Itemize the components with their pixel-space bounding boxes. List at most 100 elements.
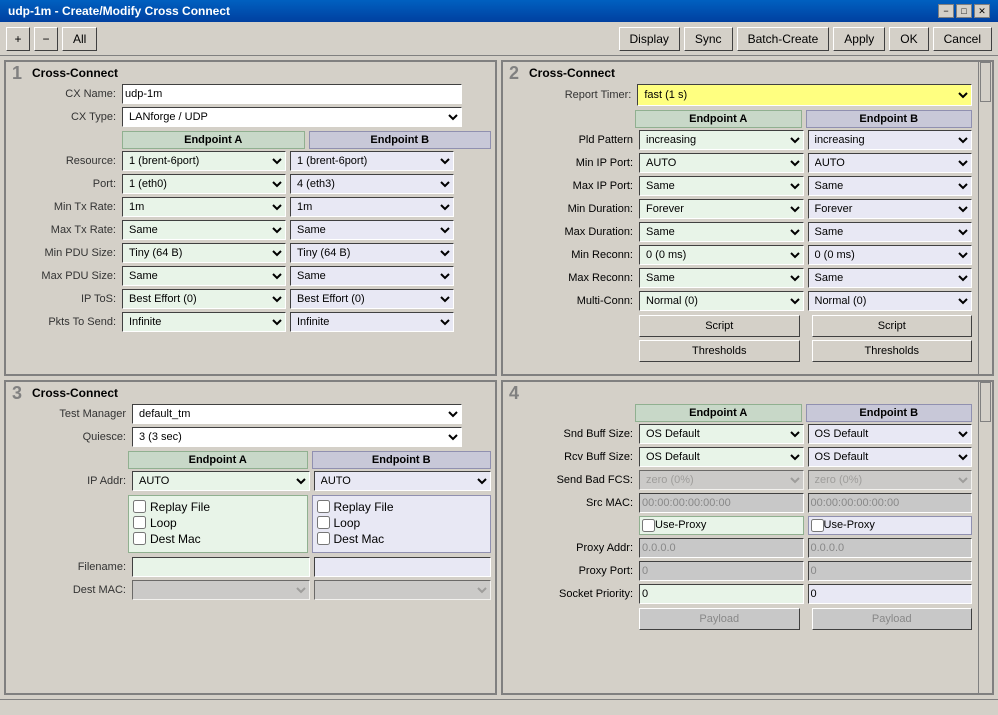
script-b-button[interactable]: Script <box>812 315 973 337</box>
port-b-select[interactable]: 4 (eth3) <box>290 174 454 194</box>
p4-scrollbar[interactable] <box>978 382 992 694</box>
panel1-title: Cross-Connect <box>32 66 491 80</box>
replay-b-checkbox[interactable] <box>317 500 330 513</box>
pkts-a-select[interactable]: Infinite <box>122 312 286 332</box>
max-reconn-b-select[interactable]: Same <box>808 268 973 288</box>
cx-name-input[interactable] <box>122 84 462 104</box>
max-dur-b-select[interactable]: Same <box>808 222 973 242</box>
proxy-addr-label: Proxy Addr: <box>529 542 639 554</box>
batch-create-button[interactable]: Batch-Create <box>737 27 830 51</box>
ip-tos-a-select[interactable]: Best Effort (0) <box>122 289 286 309</box>
min-reconn-a-select[interactable]: 0 (0 ms) <box>639 245 804 265</box>
max-tx-a-select[interactable]: Same <box>122 220 286 240</box>
ip-tos-b-select[interactable]: Best Effort (0) <box>290 289 454 309</box>
rcv-buff-b-select[interactable]: OS Default <box>808 447 973 467</box>
max-reconn-a-select[interactable]: Same <box>639 268 804 288</box>
proxy-addr-a-input <box>639 538 804 558</box>
test-mgr-select[interactable]: default_tm <box>132 404 462 424</box>
ip-tos-label: IP ToS: <box>32 293 122 305</box>
replay-b-label: Replay File <box>334 500 394 514</box>
min-tx-a-select[interactable]: 1m <box>122 197 286 217</box>
max-pdu-b-select[interactable]: Same <box>290 266 454 286</box>
src-mac-row: Src MAC: <box>529 493 972 513</box>
dest-mac-b-row: Dest Mac <box>317 532 487 546</box>
display-button[interactable]: Display <box>619 27 680 51</box>
socket-pri-b-input[interactable] <box>808 584 973 604</box>
close-button[interactable]: ✕ <box>974 4 990 18</box>
minimize-button[interactable]: − <box>938 4 954 18</box>
dest-mac-a-checkbox[interactable] <box>133 532 146 545</box>
replay-b-row: Replay File <box>317 500 487 514</box>
cx-type-select[interactable]: LANforge / UDP <box>122 107 462 127</box>
loop-b-checkbox[interactable] <box>317 516 330 529</box>
quiesce-label: Quiesce: <box>32 431 132 443</box>
dest-mac-b-checkbox[interactable] <box>317 532 330 545</box>
min-reconn-b-select[interactable]: 0 (0 ms) <box>808 245 973 265</box>
status-bar <box>0 699 998 715</box>
report-timer-row: Report Timer: fast (1 s) <box>529 84 972 106</box>
filename-a-input[interactable] <box>132 557 310 577</box>
remove-button[interactable]: − <box>34 27 58 51</box>
thresholds-b-button[interactable]: Thresholds <box>812 340 973 362</box>
rcv-buff-a-select[interactable]: OS Default <box>639 447 804 467</box>
resource-b-select[interactable]: 1 (brent-6port) <box>290 151 454 171</box>
filename-b-input[interactable] <box>314 557 492 577</box>
panel-number-4: 4 <box>509 384 519 402</box>
cancel-button[interactable]: Cancel <box>933 27 992 51</box>
proxy-port-label: Proxy Port: <box>529 565 639 577</box>
add-button[interactable]: + <box>6 27 30 51</box>
max-dur-a-select[interactable]: Same <box>639 222 804 242</box>
snd-buff-a-select[interactable]: OS Default <box>639 424 804 444</box>
maximize-button[interactable]: □ <box>956 4 972 18</box>
use-proxy-b-checkbox[interactable] <box>811 519 824 532</box>
max-tx-row: Max Tx Rate: Same Same <box>32 220 491 240</box>
sync-button[interactable]: Sync <box>684 27 733 51</box>
toolbar: + − All Display Sync Batch-Create Apply … <box>0 22 998 56</box>
multi-conn-b-select[interactable]: Normal (0) <box>808 291 973 311</box>
all-button[interactable]: All <box>62 27 97 51</box>
socket-pri-a-input[interactable] <box>639 584 804 604</box>
replay-a-checkbox[interactable] <box>133 500 146 513</box>
scroll-thumb[interactable] <box>980 62 991 102</box>
snd-buff-row: Snd Buff Size: OS Default OS Default <box>529 424 972 444</box>
min-ip-a-select[interactable]: AUTO <box>639 153 804 173</box>
report-timer-select[interactable]: fast (1 s) <box>637 84 972 106</box>
ip-addr-row: IP Addr: AUTO AUTO <box>32 471 491 491</box>
payload-a-button[interactable]: Payload <box>639 608 800 630</box>
pld-a-select[interactable]: increasing <box>639 130 804 150</box>
payload-b-button[interactable]: Payload <box>812 608 973 630</box>
ip-addr-a-select[interactable]: AUTO <box>132 471 310 491</box>
socket-pri-label: Socket Priority: <box>529 588 639 600</box>
dest-mac-a-select[interactable] <box>132 580 310 600</box>
loop-a-checkbox[interactable] <box>133 516 146 529</box>
min-tx-b-select[interactable]: 1m <box>290 197 454 217</box>
max-tx-b-select[interactable]: Same <box>290 220 454 240</box>
multi-conn-a-select[interactable]: Normal (0) <box>639 291 804 311</box>
p4-scroll-thumb[interactable] <box>980 382 991 422</box>
dest-mac-row: Dest MAC: <box>32 580 491 600</box>
resource-a-select[interactable]: 1 (brent-6port) <box>122 151 286 171</box>
thresholds-a-button[interactable]: Thresholds <box>639 340 800 362</box>
max-ip-b-select[interactable]: Same <box>808 176 973 196</box>
ok-button[interactable]: OK <box>889 27 928 51</box>
ip-addr-b-select[interactable]: AUTO <box>314 471 492 491</box>
quiesce-select[interactable]: 3 (3 sec) <box>132 427 462 447</box>
min-pdu-a-select[interactable]: Tiny (64 B) <box>122 243 286 263</box>
apply-button[interactable]: Apply <box>833 27 885 51</box>
scrollbar[interactable] <box>978 62 992 374</box>
pkts-b-select[interactable]: Infinite <box>290 312 454 332</box>
port-a-select[interactable]: 1 (eth0) <box>122 174 286 194</box>
max-ip-a-select[interactable]: Same <box>639 176 804 196</box>
min-ip-b-select[interactable]: AUTO <box>808 153 973 173</box>
bad-fcs-b-select: zero (0%) <box>808 470 973 490</box>
max-pdu-a-select[interactable]: Same <box>122 266 286 286</box>
snd-buff-b-select[interactable]: OS Default <box>808 424 973 444</box>
dest-mac-b-select[interactable] <box>314 580 492 600</box>
use-proxy-a-checkbox[interactable] <box>642 519 655 532</box>
p3-ep-b-header: Endpoint B <box>312 451 492 469</box>
min-pdu-b-select[interactable]: Tiny (64 B) <box>290 243 454 263</box>
script-a-button[interactable]: Script <box>639 315 800 337</box>
min-dur-b-select[interactable]: Forever <box>808 199 973 219</box>
min-dur-a-select[interactable]: Forever <box>639 199 804 219</box>
pld-b-select[interactable]: increasing <box>808 130 973 150</box>
